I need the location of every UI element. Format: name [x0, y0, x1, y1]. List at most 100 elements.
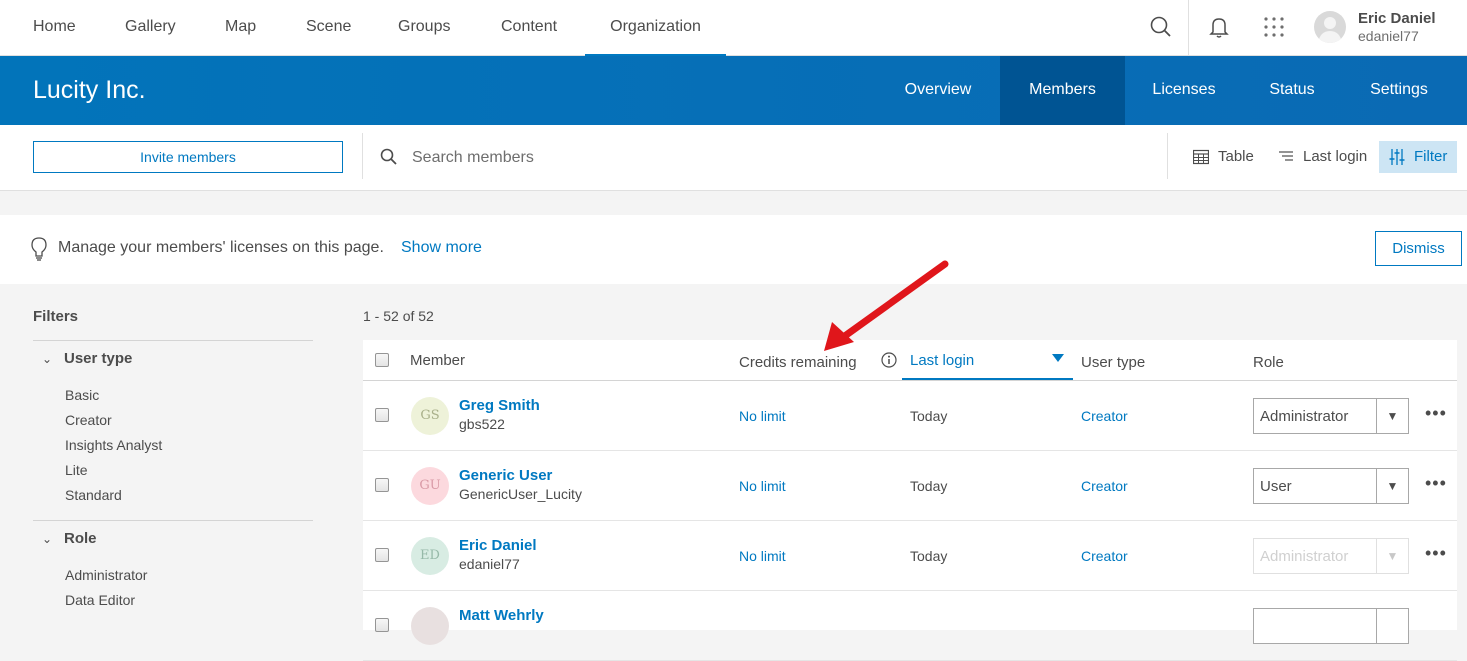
- nav-tab-groups[interactable]: Groups: [398, 0, 450, 56]
- row-checkbox[interactable]: [375, 478, 389, 492]
- select-all-checkbox[interactable]: [375, 353, 389, 367]
- more-options-icon[interactable]: •••: [1425, 473, 1447, 494]
- tab-members[interactable]: Members: [1000, 56, 1125, 125]
- search-icon[interactable]: [1148, 14, 1174, 40]
- info-banner: Manage your members' licenses on this pa…: [0, 215, 1467, 284]
- org-banner: Lucity Inc. Overview Members Licenses St…: [0, 56, 1467, 125]
- members-table: Member Credits remaining Last login User…: [363, 340, 1457, 661]
- role-select[interactable]: [1253, 608, 1409, 644]
- tab-settings[interactable]: Settings: [1341, 56, 1457, 125]
- nav-tab-home[interactable]: Home: [33, 0, 76, 56]
- role-select[interactable]: User ▼: [1253, 468, 1409, 504]
- last-login: Today: [910, 408, 948, 424]
- nav-tab-gallery[interactable]: Gallery: [125, 0, 176, 56]
- table-row: GS Greg Smith gbs522 No limit Today Crea…: [363, 381, 1457, 451]
- dropdown-arrow-icon: ▼: [1376, 469, 1408, 503]
- user-type-link[interactable]: Creator: [1081, 408, 1128, 424]
- nav-tab-content[interactable]: Content: [501, 0, 557, 56]
- search-members-input[interactable]: [412, 145, 1112, 171]
- filter-option-basic[interactable]: Basic: [65, 387, 99, 403]
- filter-group-label: Role: [64, 530, 97, 547]
- info-message: Manage your members' licenses on this pa…: [58, 239, 384, 256]
- role-select[interactable]: Administrator ▼: [1253, 398, 1409, 434]
- dropdown-arrow-icon: ▼: [1376, 539, 1408, 573]
- table-row: Matt Wehrly: [363, 591, 1457, 661]
- role-select: Administrator ▼: [1253, 538, 1409, 574]
- tab-status[interactable]: Status: [1243, 56, 1341, 125]
- filter-group-user-type[interactable]: ⌄ User type: [42, 350, 132, 367]
- user-type-link[interactable]: Creator: [1081, 478, 1128, 494]
- show-more-link[interactable]: Show more: [401, 239, 482, 257]
- nav-divider: [1188, 0, 1189, 56]
- credits-remaining[interactable]: No limit: [739, 408, 786, 424]
- role-select-value: User: [1260, 478, 1292, 495]
- filter-option-creator[interactable]: Creator: [65, 412, 112, 428]
- filter-option-data-editor[interactable]: Data Editor: [65, 592, 135, 608]
- member-avatar: GU: [411, 467, 449, 505]
- dismiss-button[interactable]: Dismiss: [1375, 231, 1462, 266]
- table-view-button[interactable]: Table: [1193, 141, 1255, 173]
- member-name[interactable]: Generic User: [459, 467, 552, 484]
- more-options-icon[interactable]: •••: [1425, 403, 1447, 424]
- member-name[interactable]: Greg Smith: [459, 397, 540, 414]
- filter-option-lite[interactable]: Lite: [65, 462, 88, 478]
- lightbulb-icon: [31, 237, 47, 261]
- org-name: Lucity Inc.: [33, 76, 146, 104]
- sort-descending-icon[interactable]: [1052, 354, 1064, 362]
- search-icon: [380, 148, 397, 165]
- nav-tab-organization[interactable]: Organization: [585, 0, 726, 56]
- member-username: GenericUser_Lucity: [459, 486, 582, 502]
- sort-lines-icon: [1279, 151, 1293, 161]
- tab-licenses[interactable]: Licenses: [1125, 56, 1243, 125]
- tab-overview[interactable]: Overview: [876, 56, 1000, 125]
- credits-remaining[interactable]: No limit: [739, 548, 786, 564]
- dropdown-arrow-icon: [1376, 609, 1408, 643]
- toolbar-divider: [1167, 133, 1168, 179]
- member-avatar: ED: [411, 537, 449, 575]
- member-avatar: [411, 607, 449, 645]
- chevron-down-icon: ⌄: [42, 532, 53, 546]
- column-user-type[interactable]: User type: [1081, 354, 1145, 371]
- credits-remaining[interactable]: No limit: [739, 478, 786, 494]
- table-row: ED Eric Daniel edaniel77 No limit Today …: [363, 521, 1457, 591]
- members-toolbar: Invite members Table Last login: [0, 125, 1467, 191]
- member-name[interactable]: Eric Daniel: [459, 537, 537, 554]
- filter-group-label: User type: [64, 350, 133, 367]
- row-checkbox[interactable]: [375, 548, 389, 562]
- column-role[interactable]: Role: [1253, 354, 1284, 371]
- more-options-icon[interactable]: •••: [1425, 543, 1447, 564]
- bell-icon[interactable]: [1206, 14, 1232, 40]
- sort-indicator: [902, 378, 1073, 380]
- user-avatar[interactable]: [1314, 11, 1346, 43]
- sort-label: Last login: [1303, 148, 1368, 165]
- nav-tab-scene[interactable]: Scene: [306, 0, 351, 56]
- row-checkbox[interactable]: [375, 618, 389, 632]
- user-name[interactable]: Eric Daniel: [1358, 10, 1436, 27]
- member-name[interactable]: Matt Wehrly: [459, 607, 544, 624]
- member-avatar: GS: [411, 397, 449, 435]
- last-login: Today: [910, 478, 948, 494]
- last-login: Today: [910, 548, 948, 564]
- filter-group-role[interactable]: ⌄ Role: [42, 530, 97, 547]
- table-row: GU Generic User GenericUser_Lucity No li…: [363, 451, 1457, 521]
- role-select-value: Administrator: [1260, 548, 1349, 565]
- filter-button[interactable]: Filter: [1379, 141, 1457, 173]
- filter-option-insights-analyst[interactable]: Insights Analyst: [65, 437, 162, 453]
- column-member[interactable]: Member: [410, 352, 465, 369]
- user-type-link[interactable]: Creator: [1081, 548, 1128, 564]
- user-username: edaniel77: [1358, 28, 1419, 44]
- row-checkbox[interactable]: [375, 408, 389, 422]
- nav-tab-map[interactable]: Map: [225, 0, 256, 56]
- invite-members-button[interactable]: Invite members: [33, 141, 343, 173]
- annotation-arrow-icon: [824, 260, 949, 351]
- member-username: edaniel77: [459, 556, 520, 572]
- sort-button[interactable]: Last login: [1279, 141, 1367, 173]
- filters-divider: [33, 340, 313, 341]
- app-launcher-icon[interactable]: [1261, 14, 1287, 40]
- role-select-value: Administrator: [1260, 408, 1349, 425]
- filter-option-standard[interactable]: Standard: [65, 487, 122, 503]
- user-silhouette-icon: [1318, 17, 1342, 43]
- filter-label: Filter: [1414, 148, 1448, 165]
- filter-option-administrator[interactable]: Administrator: [65, 567, 147, 583]
- table-icon: [1193, 149, 1209, 165]
